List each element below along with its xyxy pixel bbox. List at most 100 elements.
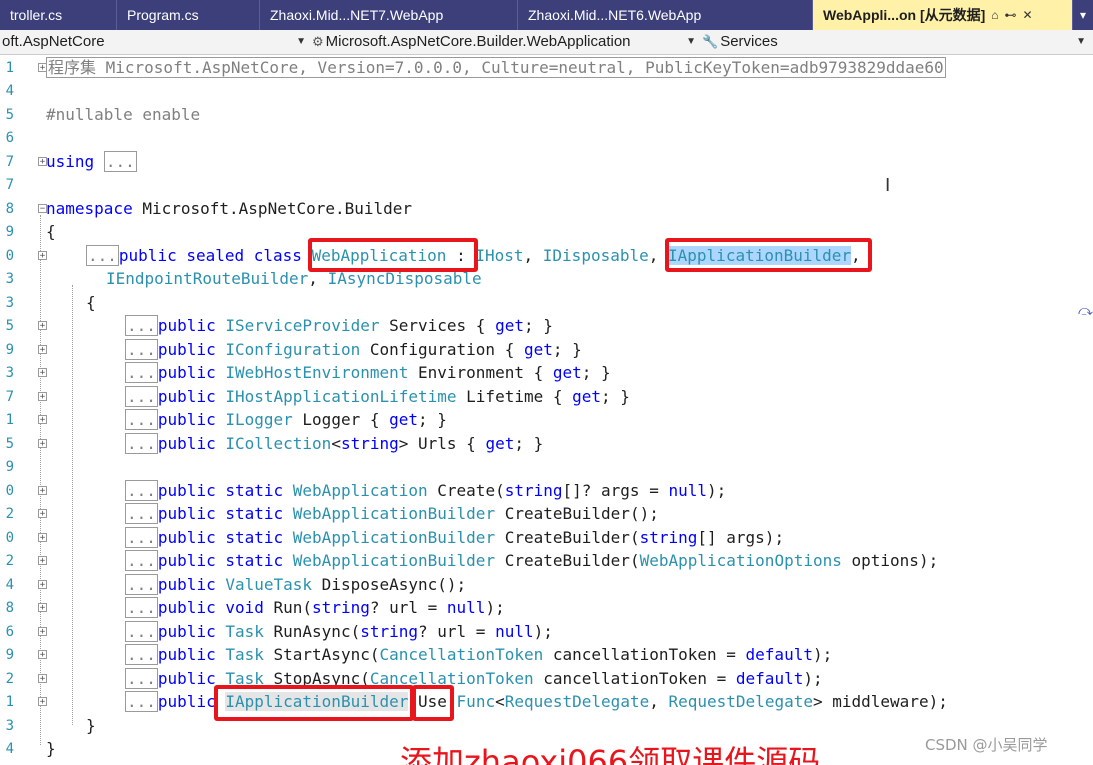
line-number: 7 [5,177,14,193]
code-line[interactable]: ... public IConfiguration Configuration {… [125,339,582,361]
line-number: 3 [5,718,14,734]
expand-icon[interactable]: + [38,580,47,590]
code-editor[interactable]: 1 4 5 6 7 7 8 9 0 3 3 5 9 3 7 1 5 9 0 2 … [0,55,1093,765]
tab-webapplication-metadata[interactable]: WebAppli...on [从元数据] ⌂ ⊷ ✕ [813,0,1073,30]
project-label: oft.AspNetCore [2,33,105,50]
line-number: 2 [5,553,14,569]
code-line[interactable]: ... public IWebHostEnvironment Environmen… [125,362,611,384]
annotation-box-webapplication [308,238,478,272]
line-number: 1 [5,694,14,710]
line-number: 0 [5,483,14,499]
line-number: 5 [5,318,14,334]
wrench-icon: 🔧 [702,34,719,49]
code-line[interactable]: { [46,221,56,243]
line-number: 8 [5,600,14,616]
line-number: 9 [5,459,14,475]
line-number: 5 [5,107,14,123]
code-line[interactable]: ... public void Run(string? url = null); [125,597,505,619]
code-line[interactable]: ... public static WebApplicationBuilder C… [125,550,938,572]
expand-icon[interactable]: + [38,321,47,331]
line-number: 5 [5,436,14,452]
line-number: 3 [5,295,14,311]
tab-net6-webapp[interactable]: Zhaoxi.Mid...NET6.WebApp [518,0,813,30]
code-line[interactable]: ... public ILogger Logger { get; } [125,409,447,431]
expand-icon[interactable]: + [38,368,47,378]
code-line[interactable]: ... public ValueTask DisposeAsync(); [125,574,466,596]
line-number: 8 [5,201,14,217]
line-number: 6 [5,130,14,146]
line-number: 7 [5,154,14,170]
expand-icon[interactable]: + [38,533,47,543]
tab-controller-cs[interactable]: troller.cs [0,0,117,30]
line-number: 6 [5,624,14,640]
chevron-down-icon[interactable]: ▾ [1073,0,1093,30]
lock-icon: ⌂ [991,8,999,22]
expand-icon[interactable]: + [38,556,47,566]
line-number: 0 [5,530,14,546]
pin-icon[interactable]: ⊷ [1005,0,1017,30]
expand-icon[interactable]: + [38,251,47,261]
code-line[interactable]: } [86,715,96,737]
code-line[interactable]: #nullable enable [46,104,200,126]
tab-label: Program.cs [127,7,199,23]
navigation-bar: oft.AspNetCore ▼ ⚙ Microsoft.AspNetCore.B… [0,30,1093,55]
expand-icon[interactable]: + [38,627,47,637]
member-dropdown[interactable]: 🔧 Services ▼ [700,31,1090,53]
tab-label: Zhaoxi.Mid...NET7.WebApp [270,7,444,23]
line-number: 9 [5,342,14,358]
outline-guide [40,215,41,745]
code-line[interactable]: ... public Task RunAsync(string? url = nu… [125,621,553,643]
promo-banner: 添加zhaoxi066领取课件源码 [400,743,821,765]
chevron-down-icon: ▼ [1076,36,1086,47]
code-line[interactable]: 程序集 Microsoft.AspNetCore, Version=7.0.0.… [46,57,946,79]
tab-label: troller.cs [10,7,63,23]
expand-icon[interactable]: + [38,486,47,496]
tab-label: WebAppli...on [从元数据] [823,7,986,23]
expand-icon[interactable]: + [38,650,47,660]
line-number: 2 [5,671,14,687]
annotation-box-use-method [412,685,454,721]
annotation-box-return-type [214,685,414,721]
code-line[interactable]: ... public static WebApplicationBuilder C… [125,527,784,549]
line-number: 4 [5,83,14,99]
code-line[interactable]: { [86,292,96,314]
code-line[interactable]: ... public static WebApplication Create(s… [125,480,726,502]
watermark: CSDN @小吴同学 [925,736,1048,754]
line-number: 0 [5,248,14,264]
expand-icon[interactable]: + [38,415,47,425]
expand-icon[interactable]: + [38,345,47,355]
type-dropdown[interactable]: ⚙ Microsoft.AspNetCore.Builder.WebApplica… [310,31,700,53]
chevron-down-icon: ▼ [296,36,306,47]
code-line[interactable]: namespace Microsoft.AspNetCore.Builder [46,198,412,220]
code-line[interactable]: ... public IHostApplicationLifetime Lifet… [125,386,630,408]
code-line[interactable]: ... public ICollection<string> Urls { get… [125,433,543,455]
expand-icon[interactable]: + [38,392,47,402]
line-number: 2 [5,506,14,522]
wrap-indicator-icon: ⤼ [1078,303,1093,319]
line-number: 9 [5,224,14,240]
line-number: 7 [5,389,14,405]
line-number: 1 [5,60,14,76]
type-label: Microsoft.AspNetCore.Builder.WebApplicat… [325,33,631,50]
expand-icon[interactable]: + [38,509,47,519]
expand-icon[interactable]: + [38,697,47,707]
expand-icon[interactable]: + [38,674,47,684]
expand-icon[interactable]: + [38,603,47,613]
text-cursor-icon: I [885,175,891,196]
code-line[interactable]: ... public Task StartAsync(CancellationTo… [125,644,832,666]
line-number: 4 [5,741,14,757]
expand-icon[interactable]: + [38,439,47,449]
tab-net7-webapp[interactable]: Zhaoxi.Mid...NET7.WebApp [260,0,518,30]
line-number: 1 [5,412,14,428]
project-dropdown[interactable]: oft.AspNetCore ▼ [0,31,310,53]
close-icon[interactable]: ✕ [1023,0,1033,30]
tab-label: Zhaoxi.Mid...NET6.WebApp [528,7,702,23]
line-number: 4 [5,577,14,593]
outline-guide [72,285,73,725]
code-line[interactable]: ... public IServiceProvider Services { ge… [125,315,553,337]
line-number: 9 [5,647,14,663]
code-line[interactable]: using ... [46,151,137,173]
code-line[interactable]: } [46,738,56,760]
code-line[interactable]: ... public static WebApplicationBuilder C… [125,503,659,525]
tab-program-cs[interactable]: Program.cs [117,0,260,30]
